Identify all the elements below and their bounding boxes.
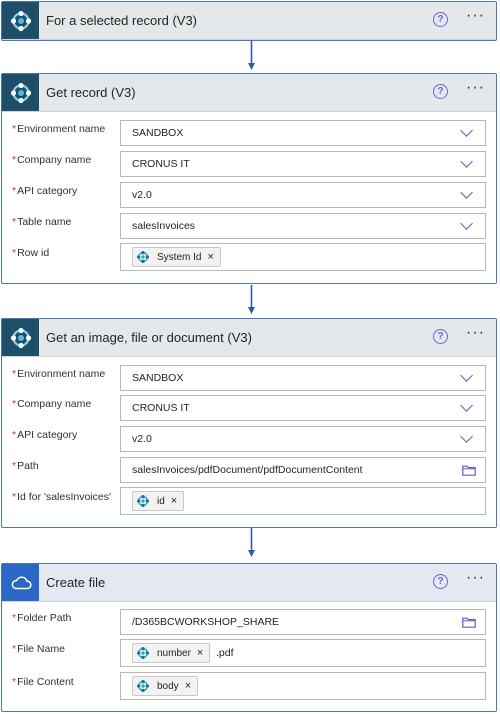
environment-name-dropdown[interactable]: SANDBOX (120, 365, 486, 391)
create-file-title: Create file (46, 575, 106, 590)
remove-token-icon[interactable]: × (185, 680, 191, 692)
chevron-down-icon[interactable] (460, 124, 473, 137)
more-options-icon[interactable]: ··· (466, 569, 485, 587)
trigger-title: For a selected record (V3) (46, 13, 198, 28)
company-name-dropdown[interactable]: CRONUS IT (120, 151, 486, 177)
trigger-header[interactable]: For a selected record (V3) ? ··· (2, 2, 496, 40)
create-file-header[interactable]: Create file ? ··· (2, 564, 496, 602)
more-options-icon[interactable]: ··· (466, 79, 485, 97)
chevron-down-icon[interactable] (460, 369, 473, 382)
id-field[interactable]: id × (120, 487, 486, 515)
folder-icon[interactable] (462, 465, 476, 476)
help-icon[interactable]: ? (433, 84, 448, 99)
more-options-icon[interactable]: ··· (466, 7, 485, 25)
row-id-label: *Row id (12, 247, 50, 259)
bc-token-icon (136, 679, 150, 693)
remove-token-icon[interactable]: × (171, 495, 177, 507)
api-category-row: *API category v2.0 (2, 426, 496, 452)
api-category-dropdown[interactable]: v2.0 (120, 426, 486, 452)
company-name-row: *Company name CRONUS IT (2, 151, 496, 177)
environment-name-dropdown[interactable]: SANDBOX (120, 120, 486, 146)
more-options-icon[interactable]: ··· (466, 324, 485, 342)
id-row: *Id for 'salesInvoices' id × (2, 487, 496, 515)
file-extension-text: .pdf (216, 647, 234, 659)
trigger-card[interactable]: For a selected record (V3) ? ··· (1, 1, 497, 41)
id-label: *Id for 'salesInvoices' (12, 491, 111, 503)
onedrive-connector-icon (2, 564, 39, 601)
help-icon[interactable]: ? (433, 12, 448, 27)
help-icon[interactable]: ? (433, 574, 448, 589)
remove-token-icon[interactable]: × (207, 251, 213, 263)
table-name-label: *Table name (12, 216, 72, 228)
path-row: *Path salesInvoices/pdfDocument/pdfDocum… (2, 457, 496, 483)
environment-name-label: *Environment name (12, 123, 106, 135)
api-category-dropdown[interactable]: v2.0 (120, 182, 486, 208)
table-name-row: *Table name salesInvoices (2, 213, 496, 239)
bc-connector-icon (2, 74, 39, 111)
path-field[interactable]: salesInvoices/pdfDocument/pdfDocumentCon… (120, 457, 486, 483)
flow-arrow-icon (248, 285, 255, 314)
chevron-down-icon[interactable] (460, 399, 473, 412)
company-name-row: *Company name CRONUS IT (2, 395, 496, 421)
folder-icon[interactable] (462, 617, 476, 628)
bc-token-icon (136, 646, 150, 660)
company-name-label: *Company name (12, 398, 92, 410)
get-image-header[interactable]: Get an image, file or document (V3) ? ··… (2, 319, 496, 357)
dynamic-content-token[interactable]: number × (132, 643, 211, 663)
bc-token-icon (136, 494, 150, 508)
file-name-label: *File Name (12, 643, 65, 655)
row-id-field[interactable]: System Id × (120, 243, 486, 271)
create-file-card[interactable]: Create file ? ··· *Folder Path /D365BCWO… (1, 563, 497, 712)
environment-name-label: *Environment name (12, 368, 106, 380)
environment-name-row: *Environment name SANDBOX (2, 365, 496, 391)
environment-name-row: *Environment name SANDBOX (2, 120, 496, 146)
file-content-row: *File Content body × (2, 672, 496, 700)
company-name-dropdown[interactable]: CRONUS IT (120, 395, 486, 421)
table-name-dropdown[interactable]: salesInvoices (120, 213, 486, 239)
chevron-down-icon[interactable] (460, 217, 473, 230)
bc-connector-icon (2, 2, 39, 39)
flow-arrow-icon (248, 528, 255, 557)
dynamic-content-token[interactable]: id × (132, 491, 185, 511)
api-category-label: *API category (12, 185, 78, 197)
path-label: *Path (12, 460, 39, 472)
file-content-field[interactable]: body × (120, 672, 486, 700)
file-name-row: *File Name number × .pdf (2, 639, 496, 667)
folder-path-label: *Folder Path (12, 612, 72, 624)
row-id-row: *Row id System Id × (2, 243, 496, 271)
dynamic-content-token[interactable]: body × (132, 676, 199, 696)
get-record-header[interactable]: Get record (V3) ? ··· (2, 74, 496, 112)
api-category-label: *API category (12, 429, 78, 441)
get-image-card[interactable]: Get an image, file or document (V3) ? ··… (1, 318, 497, 528)
chevron-down-icon[interactable] (460, 430, 473, 443)
remove-token-icon[interactable]: × (197, 647, 203, 659)
bc-connector-icon (2, 319, 39, 356)
file-content-label: *File Content (12, 676, 74, 688)
file-name-field[interactable]: number × .pdf (120, 639, 486, 667)
dynamic-content-token[interactable]: System Id × (132, 247, 221, 267)
bc-token-icon (136, 250, 150, 264)
company-name-label: *Company name (12, 154, 92, 166)
folder-path-row: *Folder Path /D365BCWORKSHOP_SHARE (2, 609, 496, 635)
folder-path-field[interactable]: /D365BCWORKSHOP_SHARE (120, 609, 486, 635)
chevron-down-icon[interactable] (460, 155, 473, 168)
chevron-down-icon[interactable] (460, 186, 473, 199)
get-record-title: Get record (V3) (46, 85, 136, 100)
get-record-card[interactable]: Get record (V3) ? ··· *Environment name … (1, 73, 497, 284)
api-category-row: *API category v2.0 (2, 182, 496, 208)
help-icon[interactable]: ? (433, 329, 448, 344)
get-image-title: Get an image, file or document (V3) (46, 330, 252, 345)
flow-arrow-icon (248, 41, 255, 70)
